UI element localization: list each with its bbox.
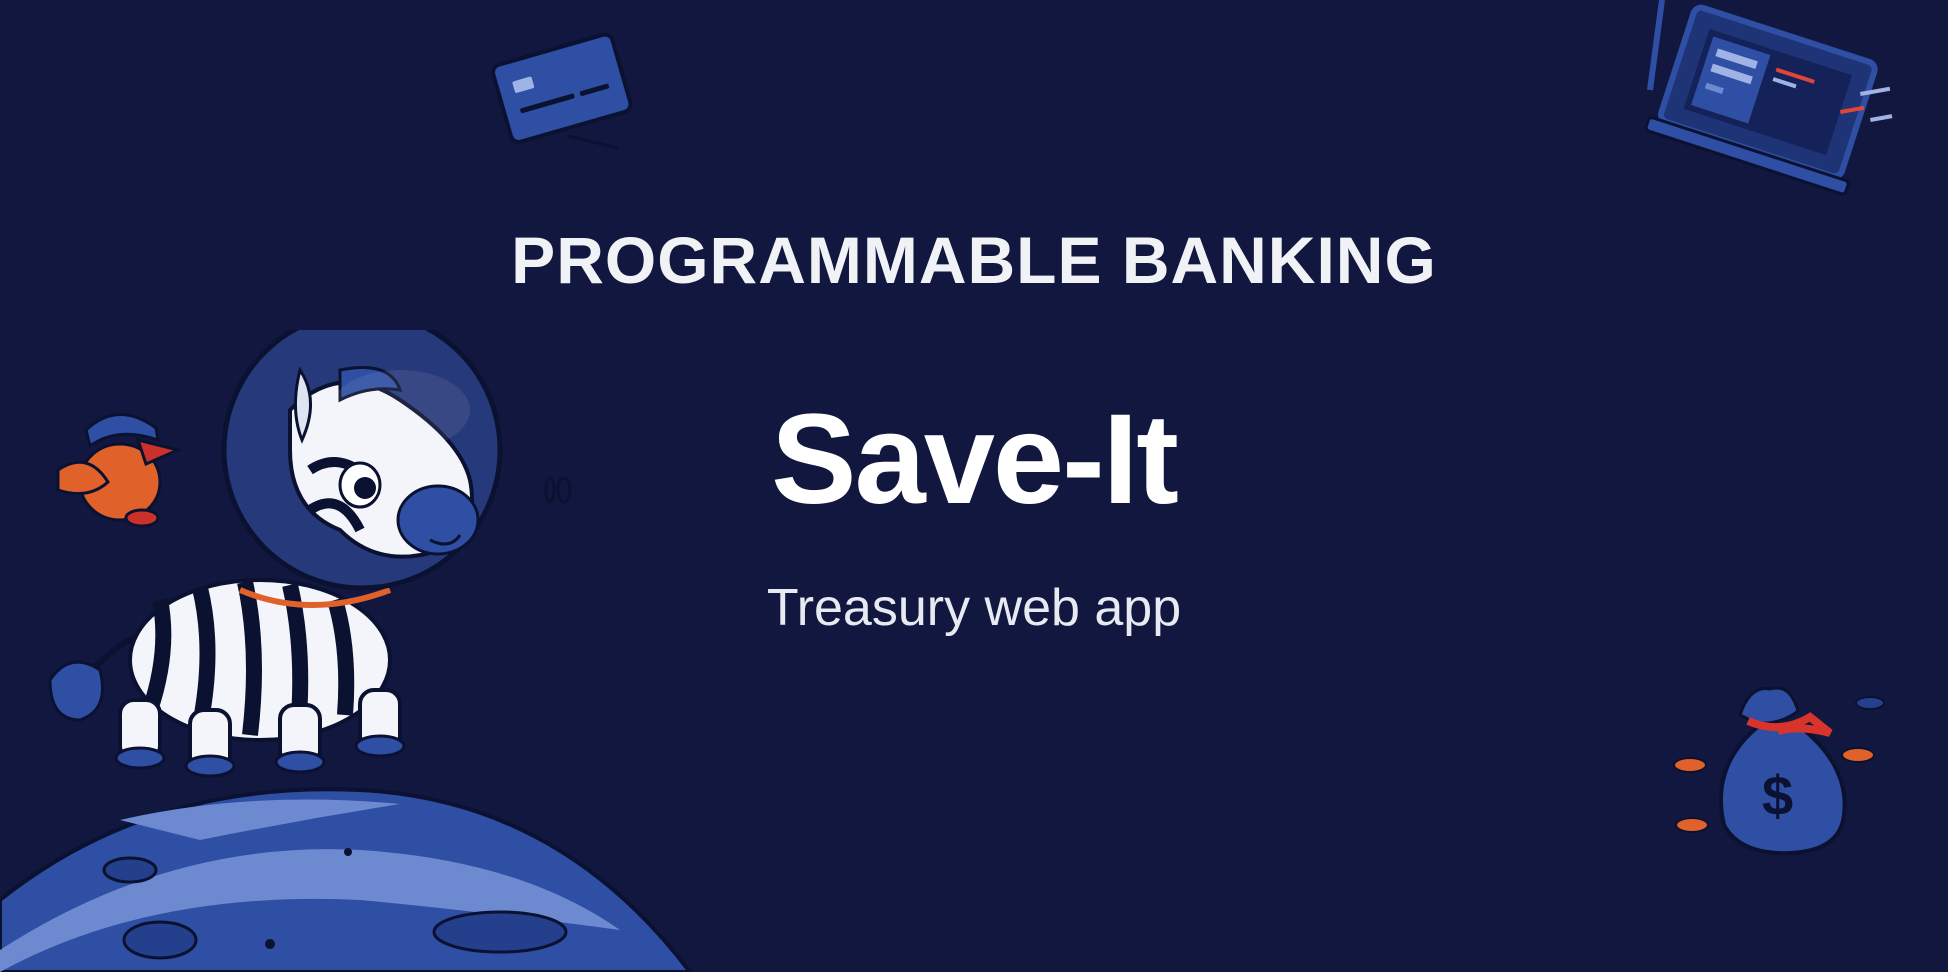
svg-text:$: $: [1762, 764, 1793, 827]
credit-card-icon: [488, 24, 638, 154]
subtitle: Treasury web app: [766, 579, 1182, 637]
money-bag-icon: $: [1670, 675, 1900, 865]
planet: [0, 780, 700, 972]
hero-banner: $ PROGRAMMABLE BANKING Save-It Treasury …: [0, 0, 1948, 972]
page-title: Save-It: [771, 388, 1179, 531]
laptop-icon: [1600, 0, 1920, 210]
eyebrow-heading: PROGRAMMABLE BANKING: [511, 223, 1437, 297]
